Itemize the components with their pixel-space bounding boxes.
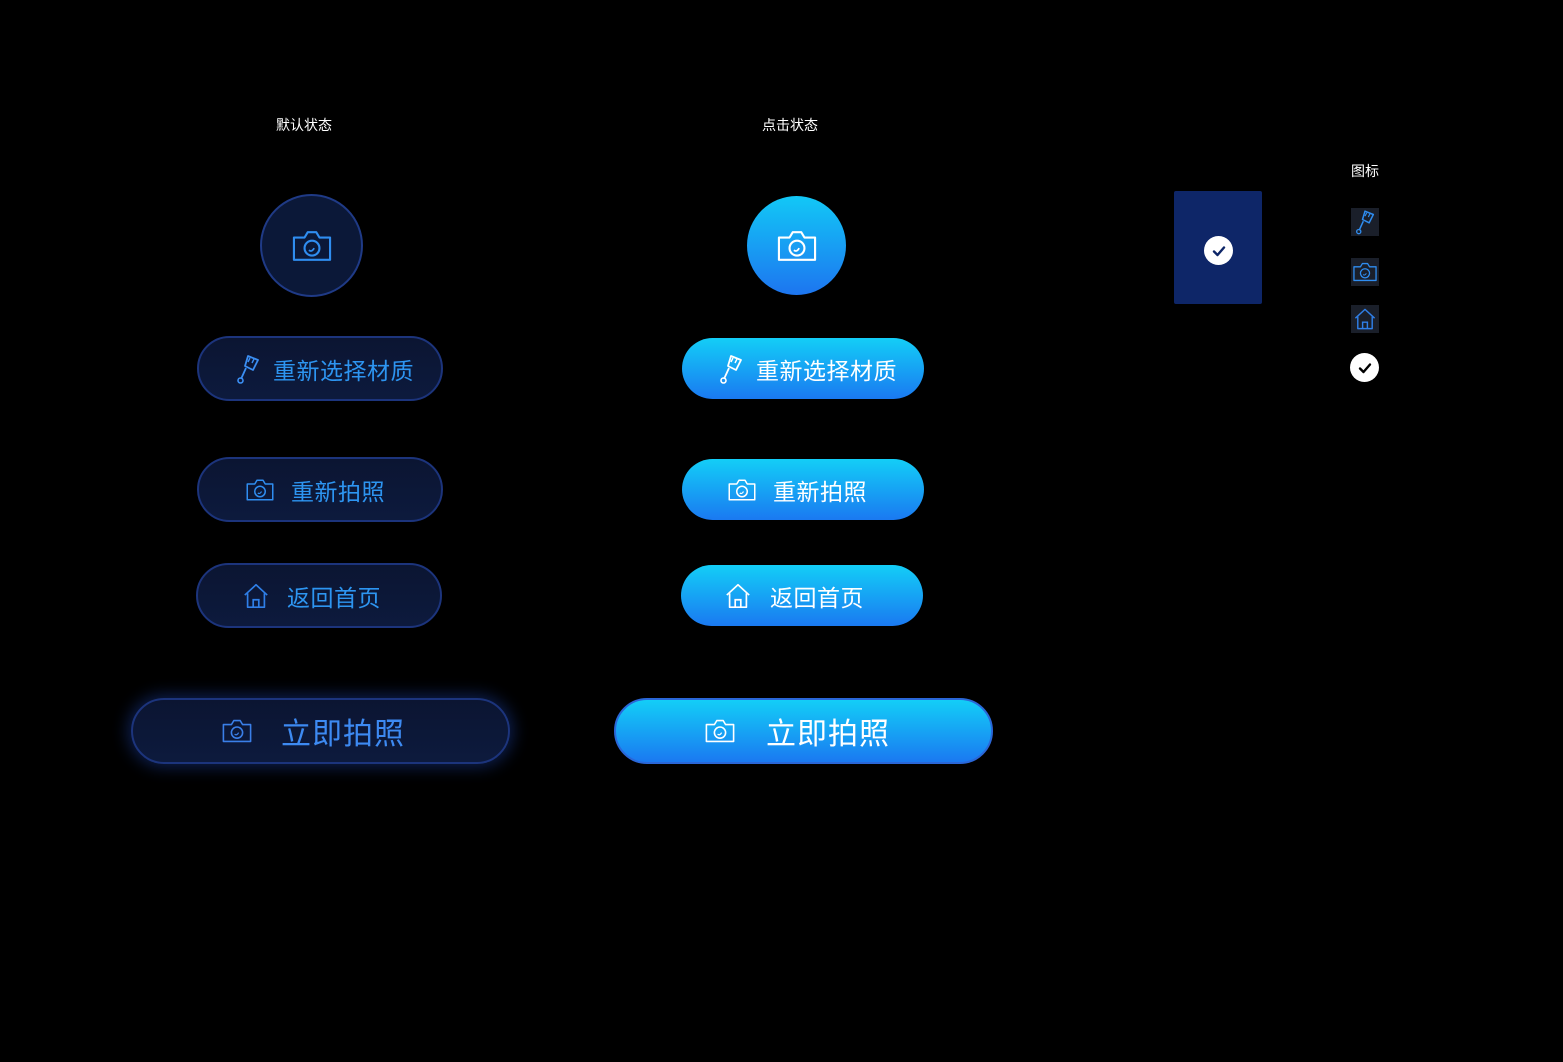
- back-home-label: 返回首页: [770, 585, 864, 612]
- camera-icon: [1351, 258, 1379, 286]
- home-icon: [1351, 305, 1379, 333]
- back-home-button-active[interactable]: 返回首页: [681, 565, 923, 626]
- brush-icon: [718, 354, 744, 384]
- camera-icon: [704, 718, 736, 744]
- take-photo-now-button-active[interactable]: 立即拍照: [614, 698, 993, 764]
- reselect-material-button-default[interactable]: 重新选择材质: [197, 336, 443, 401]
- home-icon: [242, 582, 270, 610]
- check-icon: [1350, 353, 1379, 382]
- default-state-title: 默认状态: [276, 118, 332, 134]
- reselect-material-label: 重新选择材质: [756, 358, 897, 385]
- retake-photo-button-default[interactable]: 重新拍照: [197, 457, 443, 522]
- retake-photo-label: 重新拍照: [291, 479, 385, 506]
- camera-icon: [727, 478, 757, 502]
- icons-title: 图标: [1351, 164, 1379, 180]
- camera-icon: [245, 478, 275, 502]
- brush-icon: [1351, 208, 1379, 236]
- retake-photo-button-active[interactable]: 重新拍照: [682, 459, 924, 520]
- take-photo-now-label: 立即拍照: [281, 717, 405, 752]
- brush-icon: [235, 354, 261, 384]
- reselect-material-label: 重新选择材质: [273, 358, 414, 385]
- take-photo-now-label: 立即拍照: [766, 717, 890, 752]
- home-icon: [724, 582, 752, 610]
- reselect-material-button-active[interactable]: 重新选择材质: [682, 338, 924, 399]
- retake-photo-label: 重新拍照: [773, 479, 867, 506]
- camera-icon: [221, 718, 253, 744]
- check-icon: [1204, 236, 1233, 265]
- camera-icon: [290, 229, 334, 263]
- selected-panel[interactable]: [1174, 191, 1262, 304]
- camera-icon: [775, 229, 819, 263]
- back-home-button-default[interactable]: 返回首页: [196, 563, 442, 628]
- camera-circle-button-default[interactable]: [260, 194, 363, 297]
- camera-circle-button-active[interactable]: [747, 196, 846, 295]
- take-photo-now-button-default[interactable]: 立即拍照: [131, 698, 510, 764]
- back-home-label: 返回首页: [287, 585, 381, 612]
- active-state-title: 点击状态: [762, 118, 818, 134]
